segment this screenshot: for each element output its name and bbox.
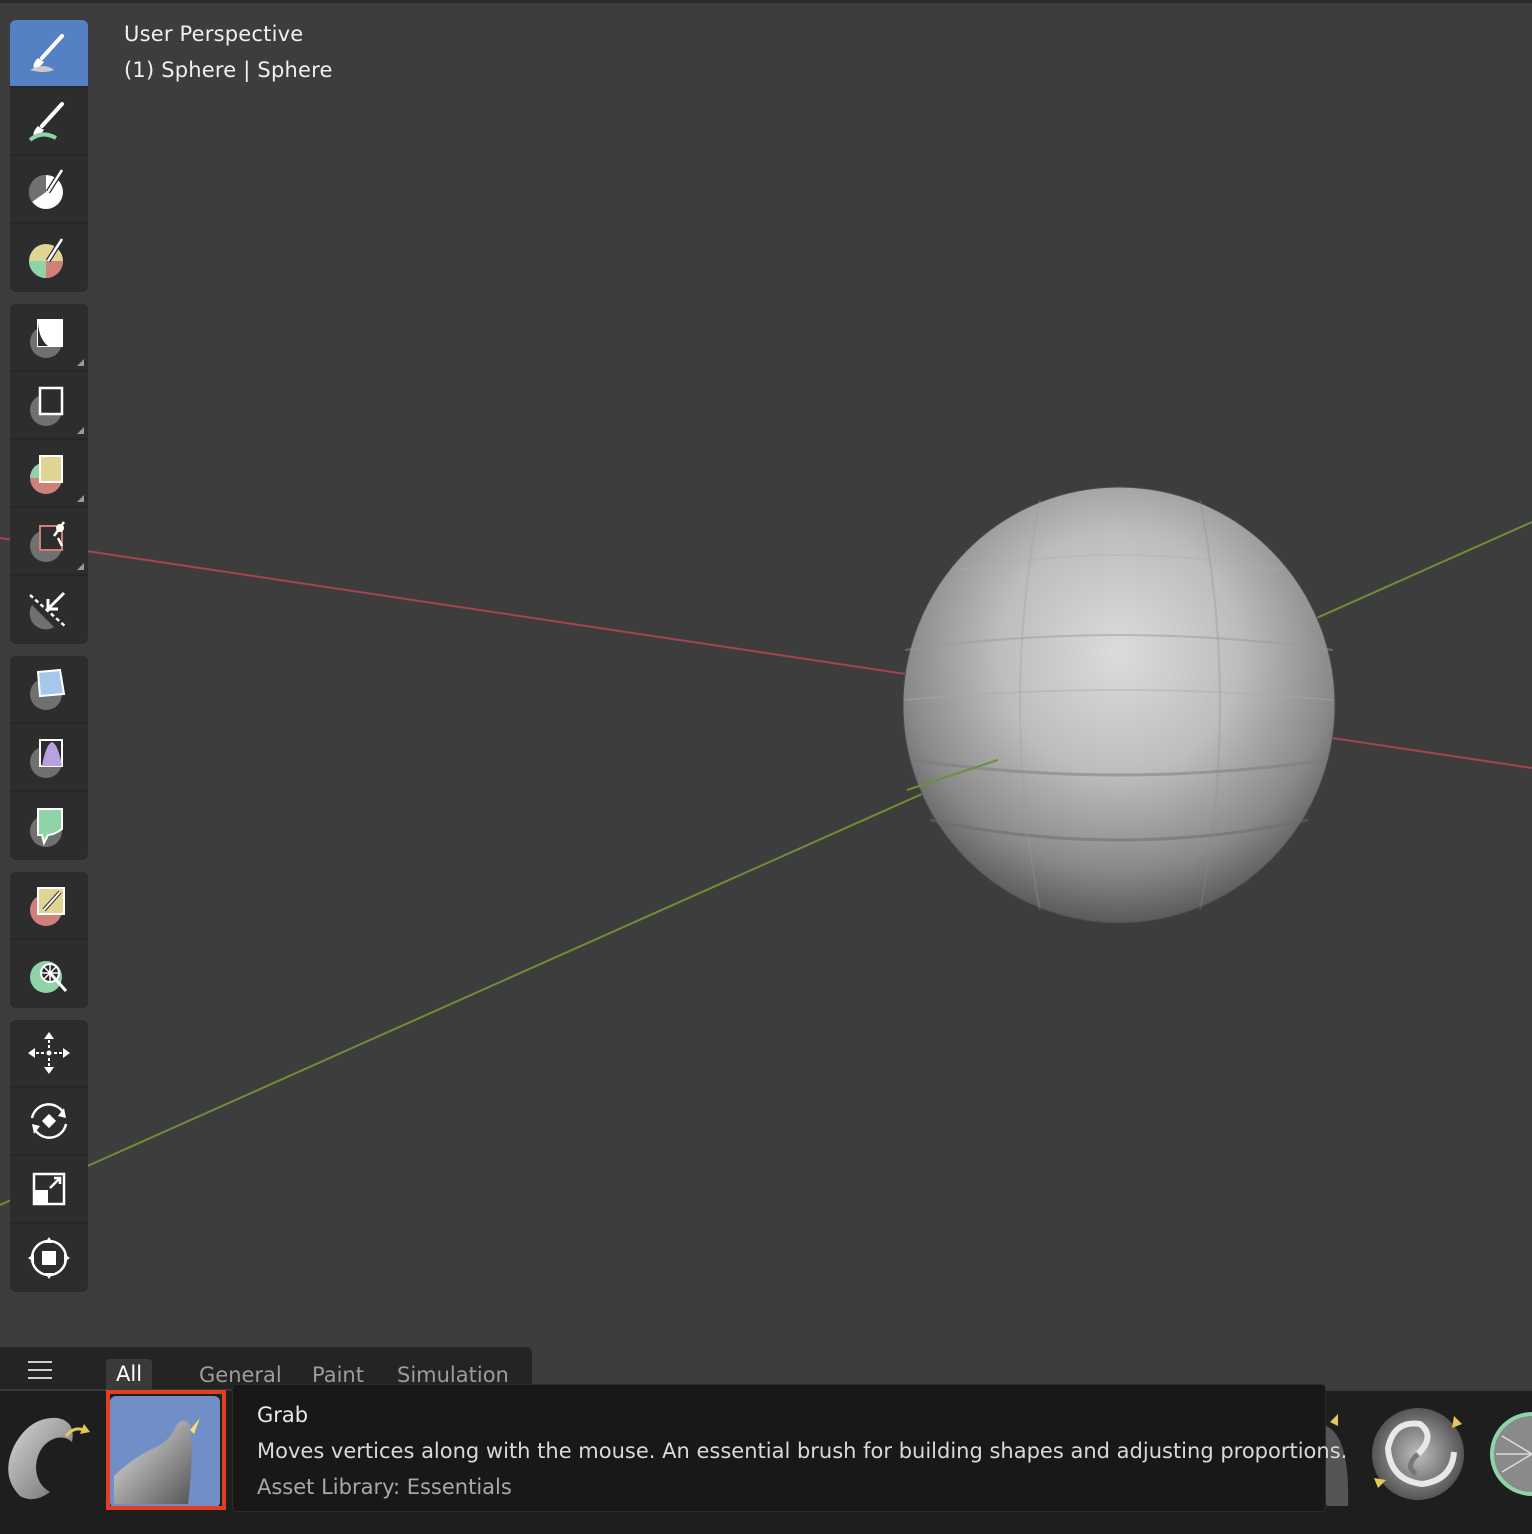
brush-thumbnail-icon (1482, 1396, 1532, 1508)
box-face-set-icon (30, 455, 63, 494)
tool-box-trim[interactable] (10, 508, 88, 576)
viewport-scene (0, 486, 1532, 1206)
tool-mask-by-color[interactable] (10, 940, 88, 1008)
menu-icon[interactable] (28, 1361, 52, 1385)
tab-all[interactable]: All (106, 1359, 153, 1389)
tool-edit-face-set[interactable] (10, 872, 88, 940)
rotate-icon (30, 1103, 68, 1139)
tool-rotate[interactable] (10, 1088, 88, 1156)
tool-brush-smooth[interactable] (10, 88, 88, 156)
snake-hook-brush-icon (0, 1396, 96, 1508)
tool-brush-face-sets[interactable] (10, 224, 88, 292)
line-project-icon (29, 591, 67, 630)
tool-line-project[interactable] (10, 576, 88, 644)
toolbar-group-gestures (10, 304, 88, 644)
active-object-label: (1) Sphere | Sphere (124, 58, 333, 82)
tool-box-face-set[interactable] (10, 440, 88, 508)
box-trim-icon (30, 521, 66, 562)
asset-brush-twist[interactable] (1366, 1396, 1470, 1508)
tool-cloth-filter[interactable] (10, 724, 88, 792)
tool-color-filter[interactable] (10, 792, 88, 860)
tool-box-hide[interactable] (10, 372, 88, 440)
box-hide-icon (30, 386, 64, 426)
tool-scale[interactable] (10, 1156, 88, 1224)
mesh-filter-icon (30, 668, 66, 710)
tool-brush-mask[interactable] (10, 156, 88, 224)
asset-tooltip: Grab Moves vertices along with the mouse… (232, 1384, 1347, 1512)
tool-mesh-filter[interactable] (10, 656, 88, 724)
color-filter-icon (30, 808, 63, 847)
toolbar-group-filters (10, 656, 88, 860)
scale-icon (32, 1172, 66, 1206)
tool-toolbar (10, 20, 88, 1304)
cloth-filter-icon (30, 739, 63, 778)
selected-asset-outline (106, 1390, 226, 1510)
box-mask-icon (30, 319, 63, 358)
tooltip-library: Asset Library: Essentials (257, 1475, 512, 1499)
toolbar-group-brushes (10, 20, 88, 292)
toolbar-group-transform (10, 1020, 88, 1292)
tool-box-mask[interactable] (10, 304, 88, 372)
edit-face-set-icon (30, 887, 65, 926)
twist-brush-icon (1366, 1396, 1470, 1508)
sphere-object (902, 486, 1336, 924)
3d-viewport[interactable]: User Perspective (1) Sphere | Sphere (0, 0, 1532, 1532)
mask-by-color-icon (30, 961, 68, 993)
face-set-brush-icon (29, 237, 65, 278)
tool-brush-draw[interactable] (10, 20, 88, 88)
asset-brush-snake-hook[interactable] (0, 1396, 96, 1508)
asset-brush-partial-right[interactable] (1482, 1396, 1532, 1508)
asset-shelf-tab-bar: All General Paint Simulation (0, 1347, 532, 1389)
move-icon (28, 1032, 70, 1074)
view-perspective-label: User Perspective (124, 22, 304, 46)
tool-move[interactable] (10, 1020, 88, 1088)
tooltip-title: Grab (257, 1403, 309, 1427)
transform-icon (28, 1237, 70, 1279)
toolbar-group-face-sets (10, 872, 88, 1008)
tooltip-description: Moves vertices along with the mouse. An … (257, 1439, 1348, 1463)
mask-brush-icon (28, 168, 65, 209)
brush-icon (30, 34, 64, 72)
brush-smooth-icon (28, 102, 64, 142)
tool-transform[interactable] (10, 1224, 88, 1292)
